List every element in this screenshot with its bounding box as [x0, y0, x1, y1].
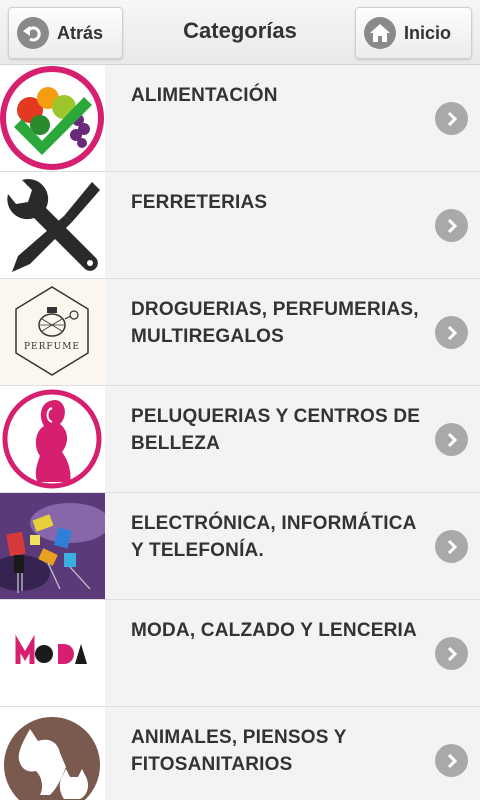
- perfume-shop-icon: PERFUME: [0, 279, 105, 385]
- category-row[interactable]: ANIMALES, PIENSOS Y FITOSANITARIOS: [0, 707, 480, 800]
- back-arrow-icon: [17, 17, 49, 49]
- back-button[interactable]: Atrás: [8, 7, 123, 59]
- back-button-label: Atrás: [57, 22, 104, 43]
- category-row[interactable]: PERFUME DROGUERIAS, PERFUMERIAS, MULTIRE…: [0, 279, 480, 386]
- category-row[interactable]: ELECTRÓNICA, INFORMÁTICA Y TELEFONÍA.: [0, 493, 480, 600]
- wrench-screwdriver-icon: [0, 172, 105, 278]
- category-label: ELECTRÓNICA, INFORMÁTICA Y TELEFONÍA.: [131, 513, 416, 561]
- fruit-basket-icon: [0, 65, 105, 171]
- home-button[interactable]: Inicio: [355, 7, 472, 59]
- chevron-right-icon[interactable]: [435, 209, 468, 242]
- perfume-logo-text: PERFUME: [24, 342, 80, 352]
- chevron-right-icon[interactable]: [435, 530, 468, 563]
- chevron-right-icon[interactable]: [435, 423, 468, 456]
- category-row[interactable]: MODA, CALZADO Y LENCERIA: [0, 600, 480, 707]
- category-row[interactable]: PELUQUERIAS Y CENTROS DE BELLEZA: [0, 386, 480, 493]
- electronic-components-icon: [0, 493, 105, 599]
- category-row[interactable]: FERRETERIAS: [0, 172, 480, 279]
- moda-logo-icon: [0, 600, 105, 706]
- category-label: FERRETERIAS: [131, 192, 268, 213]
- chevron-right-icon[interactable]: [435, 637, 468, 670]
- category-list: ALIMENTACIÓN FERRETERIAS PERFUME DROGUER…: [0, 65, 480, 800]
- home-icon: [364, 17, 396, 49]
- chevron-right-icon[interactable]: [435, 744, 468, 777]
- woman-silhouette-icon: [0, 386, 105, 492]
- home-button-label: Inicio: [404, 22, 452, 43]
- category-row[interactable]: ALIMENTACIÓN: [0, 65, 480, 172]
- category-label: DROGUERIAS, PERFUMERIAS, MULTIREGALOS: [131, 299, 419, 347]
- page-title: Categorías: [183, 18, 297, 43]
- chevron-right-icon[interactable]: [435, 102, 468, 135]
- app-header: Atrás Categorías Inicio: [0, 0, 480, 65]
- category-label: MODA, CALZADO Y LENCERIA: [131, 620, 417, 641]
- category-label: ALIMENTACIÓN: [131, 85, 278, 106]
- category-label: ANIMALES, PIENSOS Y FITOSANITARIOS: [131, 727, 347, 775]
- pets-icon: [0, 707, 105, 800]
- category-label: PELUQUERIAS Y CENTROS DE BELLEZA: [131, 406, 421, 454]
- chevron-right-icon[interactable]: [435, 316, 468, 349]
